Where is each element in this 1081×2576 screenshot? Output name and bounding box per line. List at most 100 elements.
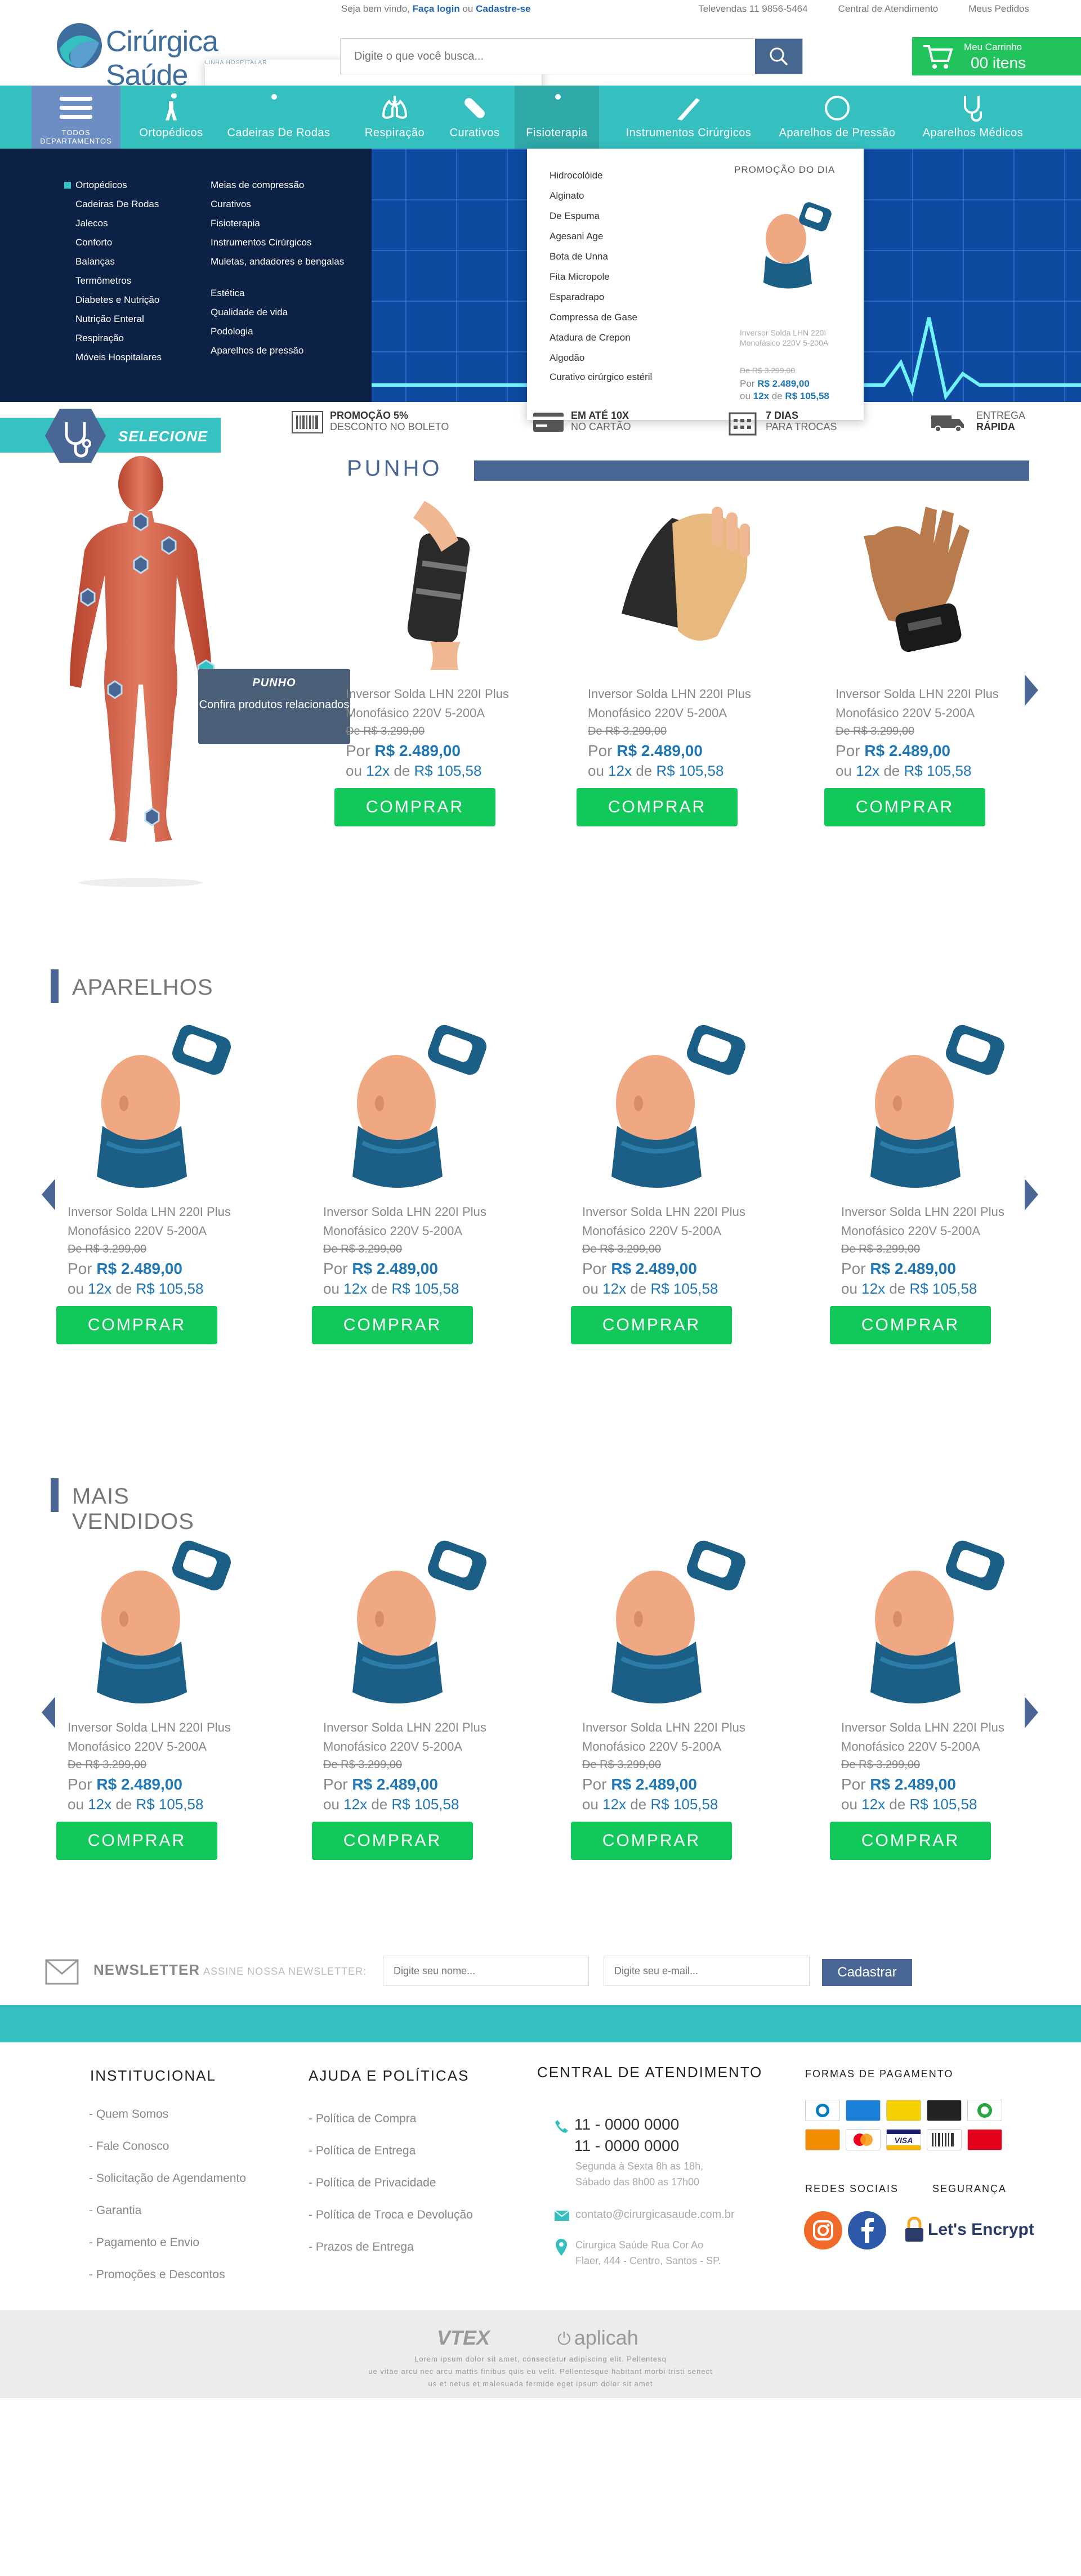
footer-institucional-link[interactable]: - Quem Somos — [89, 2108, 246, 2140]
aparelhos-product-image[interactable] — [582, 1019, 762, 1188]
product-name[interactable]: Inversor Solda LHN 220I Plus Monofásico … — [68, 1202, 248, 1241]
all-departments-button[interactable]: TODOS DEPARTAMENTOS — [32, 86, 120, 149]
submenu-item[interactable]: Fita Micropole — [550, 267, 652, 287]
maisvendidos-product-card[interactable]: Inversor Solda LHN 220I Plus Monofásico … — [312, 1535, 503, 1860]
mega-menu-item[interactable]: Instrumentos Cirúrgicos — [211, 233, 344, 252]
hotspot-elbow[interactable] — [80, 588, 96, 607]
footer-institucional-link[interactable]: - Garantia — [89, 2204, 246, 2236]
product-name[interactable]: Inversor Solda LHN 220I Plus Monofásico … — [323, 1202, 503, 1241]
hotspot-shoulder[interactable] — [161, 536, 177, 555]
product-name[interactable]: Inversor Solda LHN 220I Plus Monofásico … — [323, 1718, 503, 1756]
maisvendidos-product-image[interactable] — [68, 1535, 248, 1703]
mega-menu-item[interactable]: Termômetros — [75, 271, 162, 290]
footer-institucional-link[interactable]: - Solicitação de Agendamento — [89, 2172, 246, 2204]
site-logo[interactable]: Cirúrgica Saúde LINHA HOSPITALAR — [54, 20, 542, 331]
nav-item-7[interactable]: Aparelhos de Pressão — [769, 86, 905, 149]
promo-product-image[interactable] — [747, 194, 837, 295]
maisvendidos-product-image[interactable] — [582, 1535, 762, 1703]
signup-link[interactable]: Cadastre-se — [476, 3, 530, 14]
product-name[interactable]: Inversor Solda LHN 220I Plus Monofásico … — [68, 1718, 248, 1756]
nav-item-3[interactable]: Respiração — [351, 86, 438, 149]
buy-button[interactable]: COMPRAR — [312, 1306, 473, 1344]
nav-item-4[interactable]: Curativos — [440, 86, 509, 149]
mega-menu-item[interactable]: Respiração — [75, 329, 162, 348]
punho-tooltip[interactable]: PUNHO Confira produtos relacionados — [198, 669, 350, 744]
product-name[interactable]: Inversor Solda LHN 220I Plus Monofásico … — [841, 1202, 1021, 1241]
submenu-item[interactable]: Curativo cirúrgico estéril — [550, 368, 652, 397]
punho-product-image[interactable] — [588, 501, 768, 670]
footer-institucional-link[interactable]: - Pagamento e Envio — [89, 2236, 246, 2268]
mega-menu-item[interactable]: Curativos — [211, 195, 344, 214]
buy-button[interactable]: COMPRAR — [312, 1822, 473, 1860]
submenu-item[interactable]: Alginato — [550, 186, 652, 206]
login-link[interactable]: Faça login — [413, 3, 460, 14]
buy-button[interactable]: COMPRAR — [56, 1822, 217, 1860]
submenu-item[interactable]: De Espuma — [550, 206, 652, 226]
footer-ajuda-link[interactable]: - Política de Compra — [309, 2112, 473, 2144]
buy-button[interactable]: COMPRAR — [334, 788, 495, 826]
maisvendidos-prev-arrow-icon[interactable] — [41, 1696, 56, 1729]
newsletter-email-input[interactable] — [604, 1956, 810, 1986]
nav-item-1[interactable]: Ortopédicos — [128, 86, 214, 149]
punho-product-image[interactable] — [836, 501, 1016, 670]
cart-button[interactable]: Meu Carrinho 00 itens — [912, 37, 1081, 75]
mega-menu-item[interactable]: Qualidade de vida — [211, 303, 344, 322]
buy-button[interactable]: COMPRAR — [571, 1306, 732, 1344]
mega-menu-item[interactable]: Diabetes e Nutrição — [75, 290, 162, 310]
hotspot-neck[interactable] — [133, 512, 149, 531]
hotspot-chest[interactable] — [133, 555, 149, 574]
nav-item-2[interactable]: Cadeiras De Rodas — [218, 86, 339, 149]
instagram-icon[interactable] — [804, 2211, 842, 2249]
footer-ajuda-link[interactable]: - Política de Troca e Devolução — [309, 2208, 473, 2240]
product-name[interactable]: Inversor Solda LHN 220I Plus Monofásico … — [836, 685, 1016, 723]
newsletter-submit-button[interactable]: Cadastrar — [822, 1959, 912, 1986]
aparelhos-product-card[interactable]: Inversor Solda LHN 220I Plus Monofásico … — [830, 1019, 1021, 1344]
search-button[interactable] — [755, 39, 802, 74]
buy-button[interactable]: COMPRAR — [571, 1822, 732, 1860]
punho-next-arrow-icon[interactable] — [1024, 673, 1039, 707]
nav-item-5[interactable]: Fisioterapia — [515, 86, 599, 149]
maisvendidos-product-card[interactable]: Inversor Solda LHN 220I Plus Monofásico … — [56, 1535, 248, 1860]
submenu-item[interactable]: Hidrocolóide — [550, 166, 652, 186]
product-name[interactable]: Inversor Solda LHN 220I Plus Monofásico … — [582, 1202, 762, 1241]
maisvendidos-product-image[interactable] — [323, 1535, 503, 1703]
aparelhos-product-image[interactable] — [323, 1019, 503, 1188]
maisvendidos-product-image[interactable] — [841, 1535, 1021, 1703]
aparelhos-product-image[interactable] — [68, 1019, 248, 1188]
buy-button[interactable]: COMPRAR — [577, 788, 738, 826]
mega-menu-item[interactable]: Jalecos — [75, 214, 162, 233]
product-name[interactable]: Inversor Solda LHN 220I Plus Monofásico … — [588, 685, 768, 723]
aplicah-logo[interactable]: ⏻ aplicah — [557, 2326, 638, 2350]
submenu-item[interactable]: Compressa de Gase — [550, 307, 652, 328]
buy-button[interactable]: COMPRAR — [830, 1306, 991, 1344]
footer-email-link[interactable]: contato@cirurgicasaude.com.br — [575, 2207, 735, 2222]
aparelhos-prev-arrow-icon[interactable] — [41, 1178, 56, 1211]
mega-menu-item[interactable]: Fisioterapia — [211, 214, 344, 233]
buy-button[interactable]: COMPRAR — [830, 1822, 991, 1860]
maisvendidos-next-arrow-icon[interactable] — [1024, 1696, 1039, 1729]
punho-product-card[interactable]: Inversor Solda LHN 220I Plus Monofásico … — [334, 501, 526, 826]
facebook-icon[interactable] — [848, 2211, 886, 2249]
hotspot-knee[interactable] — [107, 680, 123, 699]
submenu-item[interactable]: Agesani Age — [550, 226, 652, 247]
mega-menu-item[interactable]: Móveis Hospitalares — [75, 348, 162, 367]
buy-button[interactable]: COMPRAR — [824, 788, 985, 826]
product-name[interactable]: Inversor Solda LHN 220I Plus Monofásico … — [346, 685, 526, 723]
mega-menu-item[interactable]: Estética — [211, 284, 344, 303]
product-name[interactable]: Inversor Solda LHN 220I Plus Monofásico … — [841, 1718, 1021, 1756]
submenu-item[interactable]: Algodão — [550, 348, 652, 368]
buy-button[interactable]: COMPRAR — [56, 1306, 217, 1344]
orders-link[interactable]: Meus Pedidos — [968, 3, 1029, 15]
punho-product-card[interactable]: Inversor Solda LHN 220I Plus Monofásico … — [824, 501, 1016, 826]
footer-phone-1[interactable]: 11 - 0000 0000 — [574, 2116, 679, 2134]
product-name[interactable]: Inversor Solda LHN 220I Plus Monofásico … — [582, 1718, 762, 1756]
central-link[interactable]: Central de Atendimento — [838, 3, 939, 15]
maisvendidos-product-card[interactable]: Inversor Solda LHN 220I Plus Monofásico … — [571, 1535, 762, 1860]
search-input[interactable] — [341, 39, 755, 74]
aparelhos-product-card[interactable]: Inversor Solda LHN 220I Plus Monofásico … — [56, 1019, 248, 1344]
mega-menu-item[interactable]: Podologia — [211, 322, 344, 341]
aparelhos-product-card[interactable]: Inversor Solda LHN 220I Plus Monofásico … — [312, 1019, 503, 1344]
mega-menu-item[interactable]: Meias de compressão — [211, 176, 344, 195]
mega-menu-item[interactable]: Balanças — [75, 252, 162, 271]
footer-ajuda-link[interactable]: - Prazos de Entrega — [309, 2240, 473, 2273]
